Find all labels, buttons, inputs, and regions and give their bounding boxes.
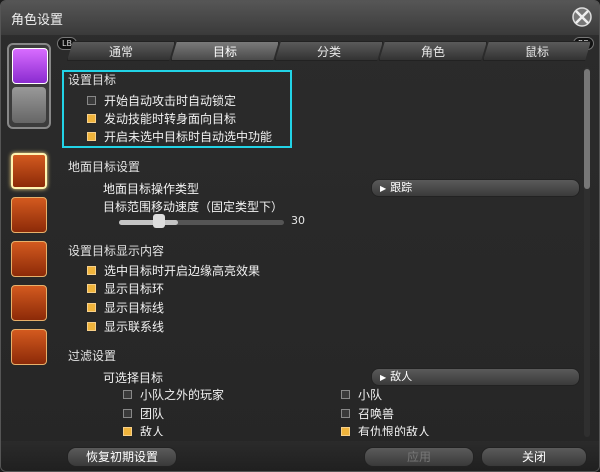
checkbox[interactable] <box>87 114 96 123</box>
section-heading-ground-target: 地面目标设置 <box>68 160 141 174</box>
play-arrow-icon: ▶ <box>380 184 387 193</box>
option-auto-lock[interactable]: 开始自动攻击时自动锁定 <box>87 92 236 109</box>
reset-defaults-button[interactable]: 恢复初期设置 <box>67 447 177 467</box>
option-link-line[interactable]: 显示联系线 <box>87 318 164 335</box>
dropdown-value: 敌人 <box>390 370 413 383</box>
tab-target[interactable]: 目标 <box>171 41 279 61</box>
character-category-icon[interactable] <box>11 241 47 277</box>
window-title: 角色设置 <box>11 13 64 28</box>
mouse-icon[interactable] <box>12 87 46 123</box>
speed-value: 30 <box>291 214 305 227</box>
ground-op-type-label: 地面目标操作类型 <box>103 182 200 196</box>
nameplate-category-icon[interactable] <box>11 197 47 233</box>
option-label: 有仇恨的敌人 <box>358 425 431 436</box>
option-label: 发动技能时转身面向目标 <box>104 112 237 126</box>
tab-character[interactable]: 角色 <box>379 41 487 61</box>
gamepad-icon[interactable] <box>12 48 48 84</box>
target-category-icon[interactable] <box>11 153 47 189</box>
option-label: 显示联系线 <box>104 320 165 334</box>
option-face-target[interactable]: 发动技能时转身面向目标 <box>87 110 236 127</box>
footer-bar: 恢复初期设置 应用 关闭 <box>1 441 599 471</box>
filter-summons[interactable]: 召唤兽 <box>341 405 394 422</box>
option-label: 显示目标线 <box>104 301 165 315</box>
checkbox[interactable] <box>87 96 96 105</box>
option-label: 小队之外的玩家 <box>140 388 225 402</box>
tab-category[interactable]: 分类 <box>275 41 383 61</box>
apply-button[interactable]: 应用 <box>364 447 474 467</box>
checkbox[interactable] <box>87 284 96 293</box>
checkbox[interactable] <box>341 390 350 399</box>
selectable-target-dropdown[interactable]: ▶ 敌人 <box>371 368 580 386</box>
option-label: 选中目标时开启边缘高亮效果 <box>104 264 261 278</box>
option-label: 显示目标环 <box>104 282 165 296</box>
character-settings-window: 角色设置 LB RB 通常 目标 分类 角色 鼠标 设置目标 开始自动攻击时自动… <box>0 0 600 472</box>
settings-content: 设置目标 开始自动攻击时自动锁定 发动技能时转身面向目标 开启未选中目标时自动选… <box>61 64 581 436</box>
option-label: 开始自动攻击时自动锁定 <box>104 94 237 108</box>
checkbox[interactable] <box>123 409 132 418</box>
checkbox[interactable] <box>87 303 96 312</box>
tab-general[interactable]: 通常 <box>67 41 175 61</box>
checkbox[interactable] <box>87 322 96 331</box>
section-heading-display: 设置目标显示内容 <box>68 244 165 258</box>
party-category-icon[interactable] <box>11 285 47 321</box>
scrollbar[interactable] <box>584 67 590 437</box>
option-label: 团队 <box>140 407 165 421</box>
title-bar[interactable]: 角色设置 <box>1 1 599 35</box>
checkbox[interactable] <box>341 427 350 436</box>
option-label: 小队 <box>358 388 383 402</box>
option-auto-select[interactable]: 开启未选中目标时自动选中功能 <box>87 128 272 145</box>
filter-enemy[interactable]: 敌人 <box>123 423 164 436</box>
checkbox[interactable] <box>123 427 132 436</box>
speed-slider[interactable] <box>119 220 284 225</box>
option-target-ring[interactable]: 显示目标环 <box>87 280 164 297</box>
option-label: 开启未选中目标时自动选中功能 <box>104 130 273 144</box>
filter-hostile-enemies[interactable]: 有仇恨的敌人 <box>341 423 430 436</box>
section-heading-filter: 过滤设置 <box>68 349 117 363</box>
option-edge-highlight[interactable]: 选中目标时开启边缘高亮效果 <box>87 262 260 279</box>
slider-knob[interactable] <box>153 214 165 228</box>
checkbox[interactable] <box>87 132 96 141</box>
option-target-line[interactable]: 显示目标线 <box>87 299 164 316</box>
slider-fill <box>119 220 179 225</box>
filter-party[interactable]: 小队 <box>341 386 382 403</box>
tab-mouse[interactable]: 鼠标 <box>483 41 591 61</box>
chat-category-icon[interactable] <box>11 329 47 365</box>
play-arrow-icon: ▶ <box>380 373 387 382</box>
checkbox[interactable] <box>87 266 96 275</box>
speed-label: 目标范围移动速度（固定类型下） <box>103 200 284 214</box>
scrollbar-thumb[interactable] <box>584 69 590 189</box>
input-device-selector <box>7 43 51 129</box>
option-label: 召唤兽 <box>358 407 395 421</box>
close-gear-icon[interactable] <box>571 6 593 28</box>
close-button[interactable]: 关闭 <box>481 447 587 467</box>
ground-op-type-dropdown[interactable]: ▶ 跟踪 <box>371 179 580 197</box>
filter-raid[interactable]: 团队 <box>123 405 164 422</box>
dropdown-value: 跟踪 <box>390 181 413 194</box>
option-label: 敌人 <box>140 425 165 436</box>
selectable-target-label: 可选择目标 <box>103 371 164 385</box>
checkbox[interactable] <box>123 390 132 399</box>
section-heading-set-target: 设置目标 <box>68 73 117 87</box>
filter-non-party-players[interactable]: 小队之外的玩家 <box>123 386 224 403</box>
checkbox[interactable] <box>341 409 350 418</box>
settings-tabs: 通常 目标 分类 角色 鼠标 <box>67 41 587 61</box>
